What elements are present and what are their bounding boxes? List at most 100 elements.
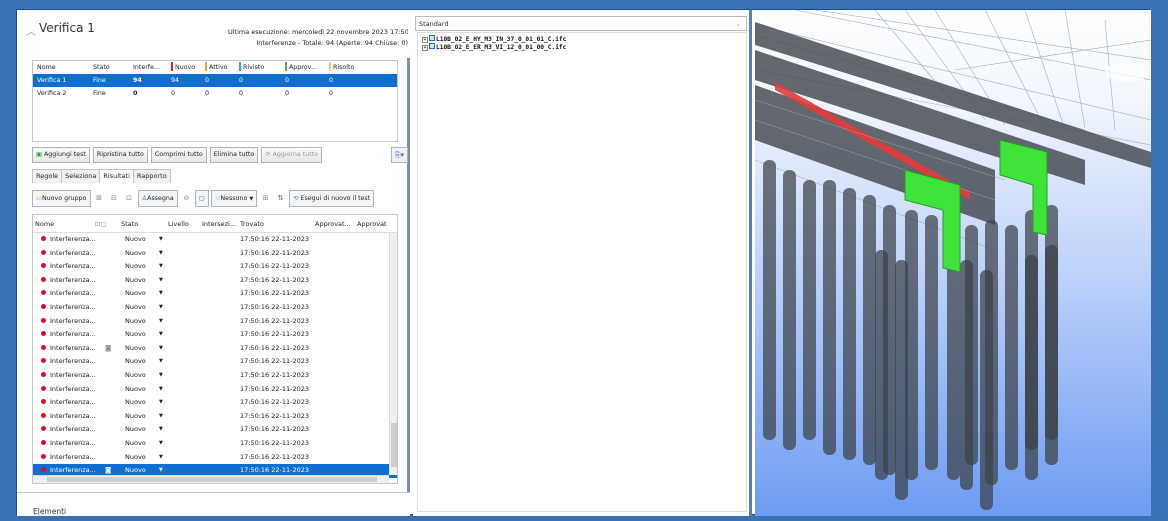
status-dropdown-icon[interactable]: ▼ xyxy=(159,423,174,437)
col-approved-by[interactable]: Approvat... xyxy=(313,215,355,232)
result-status[interactable]: Nuovo xyxy=(121,315,159,329)
scroll-thumb[interactable] xyxy=(391,423,397,467)
tab-report[interactable]: Rapporto xyxy=(132,169,171,183)
status-dropdown-icon[interactable]: ▼ xyxy=(159,410,174,424)
remove-icon[interactable]: ⊡ xyxy=(123,191,136,206)
result-row[interactable]: Interferenza... Nuovo ▼ 17:50:16 22-11-2023 xyxy=(33,328,397,342)
result-row[interactable]: Interferenza... Nuovo ▼ 17:50:16 22-11-2023 xyxy=(33,383,397,397)
result-status[interactable]: Nuovo xyxy=(121,355,159,369)
unassign-icon[interactable]: ⊘ xyxy=(180,191,193,206)
result-row[interactable]: Interferenza... Nuovo ▼ 17:50:16 22-11-2023 xyxy=(33,233,397,247)
result-status[interactable]: Nuovo xyxy=(121,233,159,247)
result-status[interactable]: Nuovo xyxy=(121,451,159,465)
status-dropdown-icon[interactable]: ▼ xyxy=(159,383,174,397)
status-dropdown-icon[interactable]: ▼ xyxy=(159,247,174,261)
expand-icon[interactable]: + xyxy=(422,45,428,51)
result-status[interactable]: Nuovo xyxy=(121,410,159,424)
result-row[interactable]: Interferenza... Nuovo ▼ 17:50:16 22-11-2023 xyxy=(33,247,397,261)
result-status[interactable]: Nuovo xyxy=(121,423,159,437)
result-status[interactable]: Nuovo xyxy=(121,396,159,410)
status-dropdown-icon[interactable]: ▼ xyxy=(159,328,174,342)
status-dropdown-icon[interactable]: ▼ xyxy=(159,274,174,288)
comment-button[interactable]: ▢ xyxy=(194,190,209,207)
status-dropdown-icon[interactable]: ▼ xyxy=(159,437,174,451)
result-row[interactable]: Interferenza... Nuovo ▼ 17:50:16 22-11-2023 xyxy=(33,274,397,288)
vertical-scrollbar[interactable] xyxy=(389,233,397,475)
tests-col-header[interactable]: Stato xyxy=(89,61,129,74)
approve-none-dropdown[interactable]: ☜Nessuno ▼ xyxy=(210,190,258,207)
test-row[interactable]: Verifica 1 Fine 94 94 0 0 0 0 xyxy=(33,74,397,87)
result-row[interactable]: Interferenza... Nuovo ▼ 17:50:16 22-11-2023 xyxy=(33,423,397,437)
tests-col-header[interactable]: Risolto xyxy=(325,61,385,74)
status-dropdown-icon[interactable]: ▼ xyxy=(159,287,174,301)
sort-icon[interactable]: ⇅ xyxy=(274,191,287,206)
tree-view-dropdown[interactable]: Standard ⌄ xyxy=(415,16,747,31)
delete-all-button[interactable]: Elimina tutto xyxy=(209,147,259,163)
status-dropdown-icon[interactable]: ▼ xyxy=(159,260,174,274)
result-row[interactable]: Interferenza... Nuovo ▼ 17:50:16 22-11-2023 xyxy=(33,410,397,424)
status-dropdown-icon[interactable]: ▼ xyxy=(159,396,174,410)
tree-item[interactable]: + L10B_02_E_HY_M3_IN_37_0_01_01_C.ifc xyxy=(418,35,746,43)
tests-col-header[interactable]: Approv... xyxy=(281,61,325,74)
tab-rules[interactable]: Regole xyxy=(32,169,63,183)
result-row[interactable]: Interferenza... Nuovo ▼ 17:50:16 22-11-2023 xyxy=(33,315,397,329)
result-row[interactable]: Interferenza... Nuovo ▼ 17:50:16 22-11-2023 xyxy=(33,287,397,301)
result-status[interactable]: Nuovo xyxy=(121,287,159,301)
status-dropdown-icon[interactable]: ▼ xyxy=(159,301,174,315)
col-camera-icon[interactable]: ⊡▢ xyxy=(93,215,119,232)
result-status[interactable]: Nuovo xyxy=(121,301,159,315)
reset-all-button[interactable]: Ripristina tutto xyxy=(92,147,148,163)
status-dropdown-icon[interactable]: ▼ xyxy=(159,233,174,247)
result-row[interactable]: Interferenza... Nuovo ▼ 17:50:16 22-11-2023 xyxy=(33,437,397,451)
result-row[interactable]: Interferenza... Nuovo ▼ 17:50:16 22-11-2023 xyxy=(33,451,397,465)
collapse-chevron-icon[interactable]: ︿ xyxy=(26,23,36,38)
elements-section[interactable]: ︿ Elementi xyxy=(17,492,410,517)
tests-col-header[interactable]: Nome xyxy=(33,61,89,74)
tree-item[interactable]: + L10B_02_E_ER_M3_VI_12_0_01_00_C.ifc xyxy=(418,43,746,51)
tab-select[interactable]: Seleziona xyxy=(61,169,101,183)
tests-col-header[interactable]: Rivisto xyxy=(235,61,281,74)
col-status[interactable]: Stato xyxy=(119,215,166,232)
ungroup-icon[interactable]: ⊟ xyxy=(108,191,121,206)
result-row[interactable]: Interferenza... Nuovo ▼ 17:50:16 22-11-2023 xyxy=(33,301,397,315)
result-row[interactable]: Interferenza... Nuovo ▼ 17:50:16 22-11-2023 xyxy=(33,260,397,274)
status-dropdown-icon[interactable]: ▼ xyxy=(159,342,174,356)
result-row[interactable]: Interferenza... Nuovo ▼ 17:50:16 22-11-2023 xyxy=(33,396,397,410)
group-icon[interactable]: ⊠ xyxy=(93,191,106,206)
result-status[interactable]: Nuovo xyxy=(121,328,159,342)
col-level[interactable]: Livello xyxy=(166,215,200,232)
viewcube-icon[interactable] xyxy=(1105,62,1149,82)
compact-all-button[interactable]: Comprimi tutto xyxy=(150,147,207,163)
result-status[interactable]: Nuovo xyxy=(121,369,159,383)
status-dropdown-icon[interactable]: ▼ xyxy=(159,451,174,465)
horizontal-scrollbar[interactable] xyxy=(33,475,389,483)
col-found[interactable]: Trovato xyxy=(238,215,313,232)
result-row[interactable]: Interferenza... Nuovo ▼ 17:50:16 22-11-2023 xyxy=(33,355,397,369)
rerun-test-button[interactable]: ⟲ Esegui di nuovo il test xyxy=(289,190,375,207)
result-status[interactable]: Nuovo xyxy=(121,437,159,451)
result-row[interactable]: Interferenza... ◙ Nuovo ▼ 17:50:16 22-11-202… xyxy=(33,342,397,356)
assign-button[interactable]: ♙Assegna xyxy=(137,190,178,207)
col-name[interactable]: Nome xyxy=(33,215,93,232)
col-approved[interactable]: Approvat xyxy=(355,215,391,232)
tests-col-header[interactable]: Nuovo xyxy=(167,61,201,74)
result-status[interactable]: Nuovo xyxy=(121,274,159,288)
export-menu-button[interactable]: ⎘▾ xyxy=(391,147,408,163)
result-status[interactable]: Nuovo xyxy=(121,260,159,274)
hscroll-thumb[interactable] xyxy=(47,477,377,482)
result-status[interactable]: Nuovo xyxy=(121,383,159,397)
tab-results[interactable]: Risultati xyxy=(99,169,134,183)
tests-col-header[interactable]: Interfe... xyxy=(129,61,167,74)
col-intersection[interactable]: Intersezi... xyxy=(200,215,238,232)
tests-col-header[interactable]: Attivo xyxy=(201,61,235,74)
new-group-button[interactable]: ▭Nuovo gruppo xyxy=(32,190,91,207)
result-status[interactable]: Nuovo xyxy=(121,342,159,356)
status-dropdown-icon[interactable]: ▼ xyxy=(159,355,174,369)
add-test-button[interactable]: ▣ Aggiungi test xyxy=(32,147,90,163)
status-dropdown-icon[interactable]: ▼ xyxy=(159,369,174,383)
filter-icon[interactable]: ⊞ xyxy=(259,191,272,206)
3d-viewport[interactable] xyxy=(755,10,1151,516)
result-row[interactable]: Interferenza... Nuovo ▼ 17:50:16 22-11-2023 xyxy=(33,369,397,383)
result-status[interactable]: Nuovo xyxy=(121,247,159,261)
status-dropdown-icon[interactable]: ▼ xyxy=(159,315,174,329)
